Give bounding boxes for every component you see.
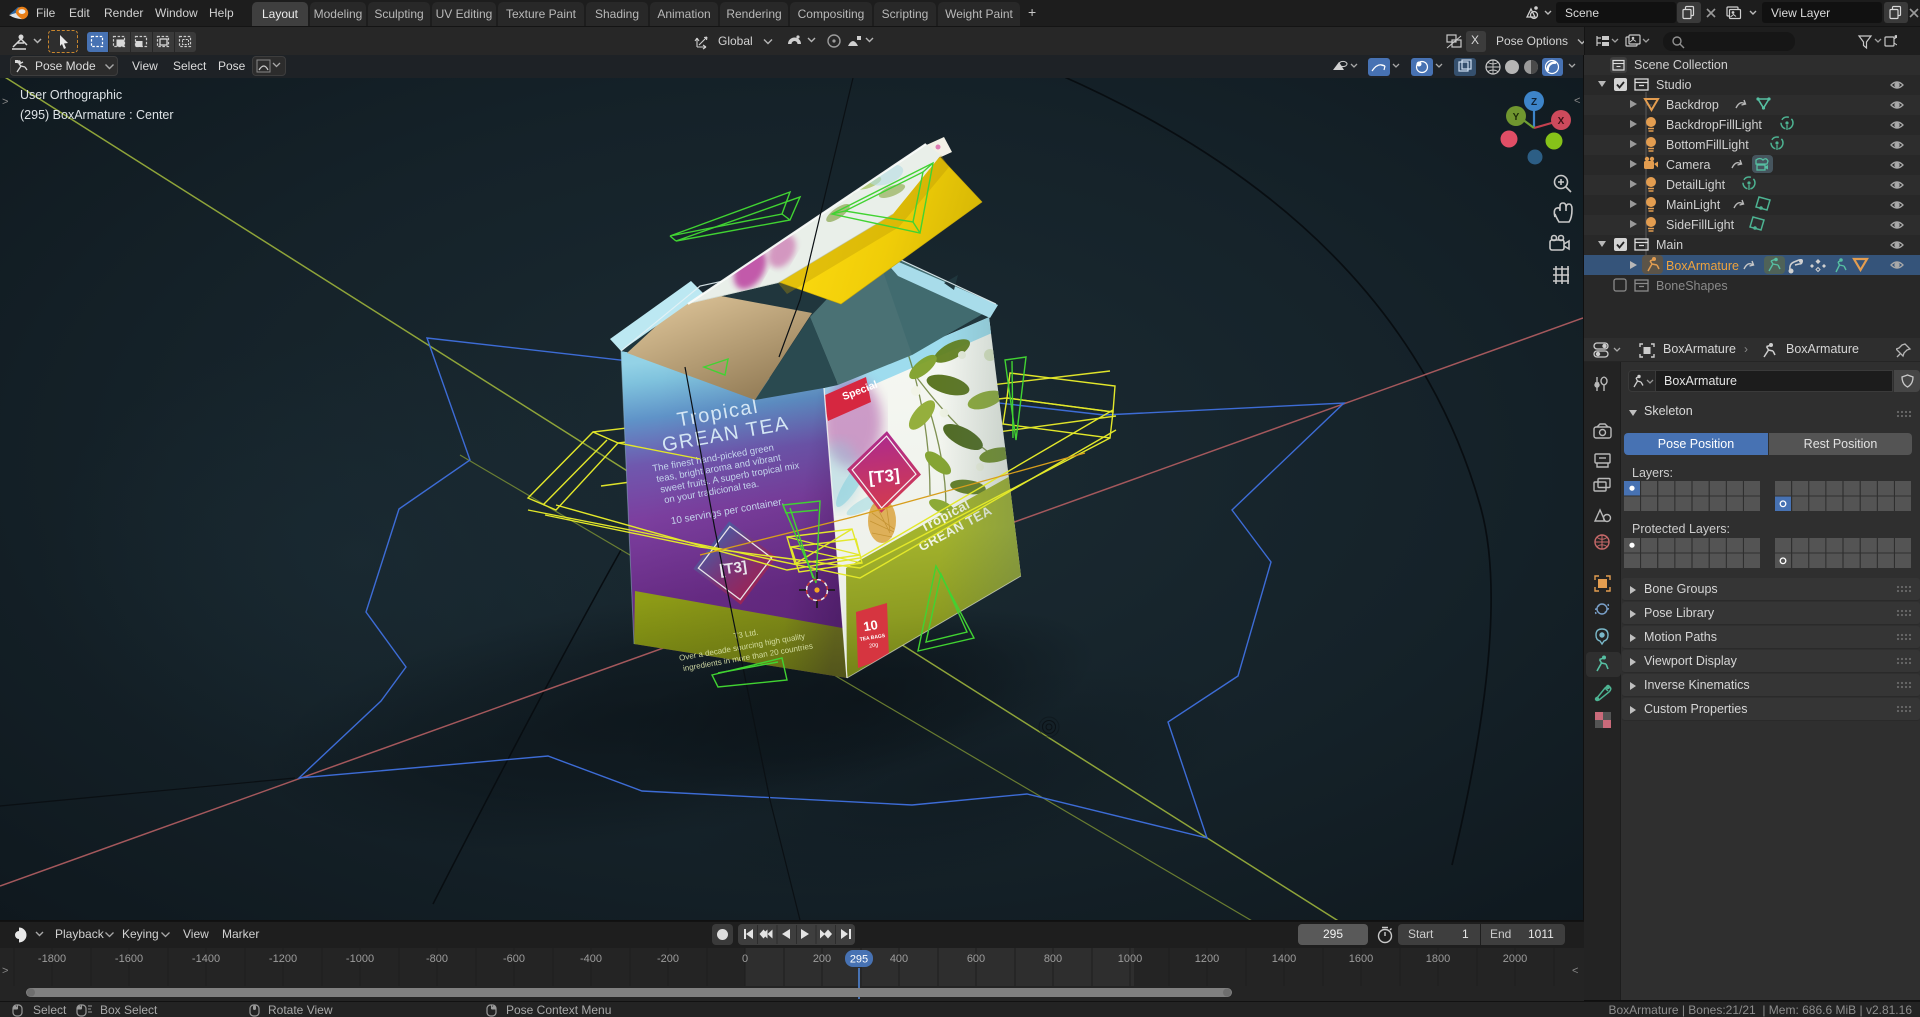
svg-text:1600: 1600	[1349, 953, 1373, 965]
svg-text:Scene Collection: Scene Collection	[1634, 58, 1728, 72]
svg-text:600: 600	[967, 953, 985, 965]
svg-text:>: >	[2, 965, 8, 977]
svg-text:-800: -800	[426, 953, 448, 965]
svg-text:MainLight: MainLight	[1666, 198, 1721, 212]
svg-text:-1800: -1800	[38, 953, 66, 965]
svg-text:-1200: -1200	[269, 953, 297, 965]
svg-text:295: 295	[850, 954, 868, 966]
svg-text:800: 800	[1044, 953, 1062, 965]
svg-text:2000: 2000	[1503, 953, 1527, 965]
svg-text:200: 200	[813, 953, 831, 965]
svg-text:BackdropFillLight: BackdropFillLight	[1666, 118, 1762, 132]
svg-text:Y: Y	[1513, 112, 1520, 123]
svg-text:X: X	[1558, 116, 1565, 127]
svg-text:1200: 1200	[1195, 953, 1219, 965]
svg-text:Camera: Camera	[1666, 158, 1711, 172]
svg-text:BoneShapes: BoneShapes	[1656, 279, 1728, 293]
svg-text:-400: -400	[580, 953, 602, 965]
svg-text:-1600: -1600	[115, 953, 143, 965]
svg-text:-1400: -1400	[192, 953, 220, 965]
svg-text:-200: -200	[657, 953, 679, 965]
svg-text:0: 0	[742, 953, 748, 965]
svg-text:SideFillLight: SideFillLight	[1666, 218, 1735, 232]
svg-text:BottomFillLight: BottomFillLight	[1666, 138, 1749, 152]
svg-text:400: 400	[890, 953, 908, 965]
svg-text:-1000: -1000	[346, 953, 374, 965]
svg-text:Z: Z	[1531, 97, 1537, 108]
svg-text:>: >	[2, 96, 8, 108]
svg-text:1400: 1400	[1272, 953, 1296, 965]
svg-text:-600: -600	[503, 953, 525, 965]
svg-text:DetailLight: DetailLight	[1666, 178, 1726, 192]
svg-text:1000: 1000	[1118, 953, 1142, 965]
svg-text:Studio: Studio	[1656, 78, 1691, 92]
svg-text:BoxArmature: BoxArmature	[1666, 259, 1739, 273]
svg-text:<: <	[1574, 95, 1580, 107]
svg-text:Main: Main	[1656, 238, 1683, 252]
svg-text:<: <	[1572, 965, 1578, 977]
svg-text:1800: 1800	[1426, 953, 1450, 965]
svg-text:Backdrop: Backdrop	[1666, 98, 1719, 112]
